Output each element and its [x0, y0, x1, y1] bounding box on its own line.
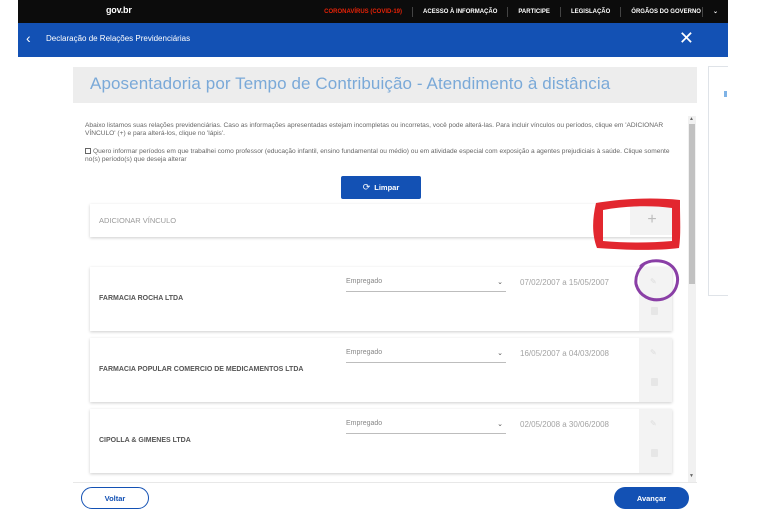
header-title: Declaração de Relações Previdenciárias: [46, 34, 191, 43]
page-title: Aposentadoria por Tempo de Contribuição …: [90, 74, 611, 93]
professor-checkbox-row[interactable]: Quero informar períodos em que trabalhei…: [85, 148, 685, 163]
limpar-button[interactable]: ⟳ Limpar: [341, 176, 421, 199]
professor-checkbox-label: Quero informar períodos em que trabalhei…: [85, 148, 670, 163]
pencil-icon[interactable]: ✎: [650, 419, 657, 428]
vinculo-type-value: Empregado: [346, 349, 383, 356]
scroll-up-icon[interactable]: ▲: [689, 116, 694, 122]
vinculo-name: FARMACIA POPULAR COMERCIO DE MEDICAMENTO…: [99, 366, 304, 373]
scrollbar-thumb[interactable]: [689, 124, 695, 284]
gov-top-bar: gov.br CORONAVÍRUS (COVID-19) ACESSO À I…: [18, 0, 728, 23]
vinculo-type-value: Empregado: [346, 278, 383, 285]
vinculo-period: 02/05/2008 a 30/06/2008: [520, 420, 609, 429]
add-vinculo-label: ADICIONAR VÍNCULO: [99, 216, 177, 225]
vinculo-name: CIPOLLA & GIMENES LTDA: [99, 437, 191, 444]
vinculo-type-value: Empregado: [346, 420, 383, 427]
side-panel-marker: [724, 91, 727, 97]
vinculo-actions: ✎: [639, 267, 672, 331]
service-title-banner: Aposentadoria por Tempo de Contribuição …: [73, 67, 697, 103]
chevron-down-icon: ⌄: [497, 279, 503, 286]
footer-bar: [73, 482, 697, 512]
add-vinculo-button[interactable]: +: [630, 206, 674, 235]
vinculo-type-select[interactable]: Empregado ⌄: [346, 349, 506, 363]
govbr-logo[interactable]: gov.br: [106, 5, 132, 15]
trash-icon[interactable]: [651, 307, 658, 315]
chevron-left-icon[interactable]: ‹: [26, 31, 31, 45]
legislacao-link[interactable]: LEGISLAÇÃO: [559, 6, 620, 17]
professor-checkbox[interactable]: [85, 148, 91, 154]
trash-icon[interactable]: [651, 378, 658, 386]
trash-icon[interactable]: [651, 449, 658, 457]
vinculo-card: FARMACIA ROCHA LTDA Empregado ⌄ 07/02/20…: [90, 267, 672, 331]
vinculo-period: 16/05/2007 a 04/03/2008: [520, 349, 609, 358]
gov-links: CORONAVÍRUS (COVID-19) ACESSO À INFORMAÇ…: [314, 0, 728, 23]
app-header: ‹ Declaração de Relações Previdenciárias…: [18, 23, 728, 57]
vinculo-actions: ✎: [639, 409, 672, 473]
add-vinculo-row[interactable]: ADICIONAR VÍNCULO +: [90, 204, 674, 237]
participe-link[interactable]: PARTICIPE: [507, 6, 560, 17]
side-panel: [708, 66, 728, 296]
vinculo-card: CIPOLLA & GIMENES LTDA Empregado ⌄ 02/05…: [90, 409, 672, 473]
voltar-button[interactable]: Voltar: [81, 487, 149, 509]
acesso-informacao-link[interactable]: ACESSO À INFORMAÇÃO: [412, 6, 507, 17]
covid-link[interactable]: CORONAVÍRUS (COVID-19): [314, 7, 412, 17]
vinculo-type-select[interactable]: Empregado ⌄: [346, 278, 506, 292]
scroll-down-icon[interactable]: ▼: [689, 473, 694, 479]
vinculo-type-select[interactable]: Empregado ⌄: [346, 420, 506, 434]
limpar-label: Limpar: [374, 183, 400, 192]
intro-text: Abaixo listamos suas relações previdenci…: [85, 122, 664, 137]
chevron-down-icon: ⌄: [497, 421, 503, 428]
pencil-icon[interactable]: ✎: [650, 277, 657, 286]
pencil-icon[interactable]: ✎: [650, 348, 657, 357]
chevron-down-icon[interactable]: ⌄: [701, 6, 728, 17]
refresh-icon: ⟳: [362, 182, 371, 192]
page: gov.br CORONAVÍRUS (COVID-19) ACESSO À I…: [0, 0, 768, 512]
chevron-down-icon: ⌄: [497, 350, 503, 357]
vinculo-actions: ✎: [639, 338, 672, 402]
avancar-button[interactable]: Avançar: [614, 487, 689, 509]
vinculo-card: FARMACIA POPULAR COMERCIO DE MEDICAMENTO…: [90, 338, 672, 402]
vinculo-period: 07/02/2007 a 15/05/2007: [520, 278, 609, 287]
orgaos-governo-link[interactable]: ÓRGÃOS DO GOVERNO: [620, 6, 703, 17]
close-icon[interactable]: ✕: [679, 29, 694, 47]
vinculo-name: FARMACIA ROCHA LTDA: [99, 295, 184, 302]
